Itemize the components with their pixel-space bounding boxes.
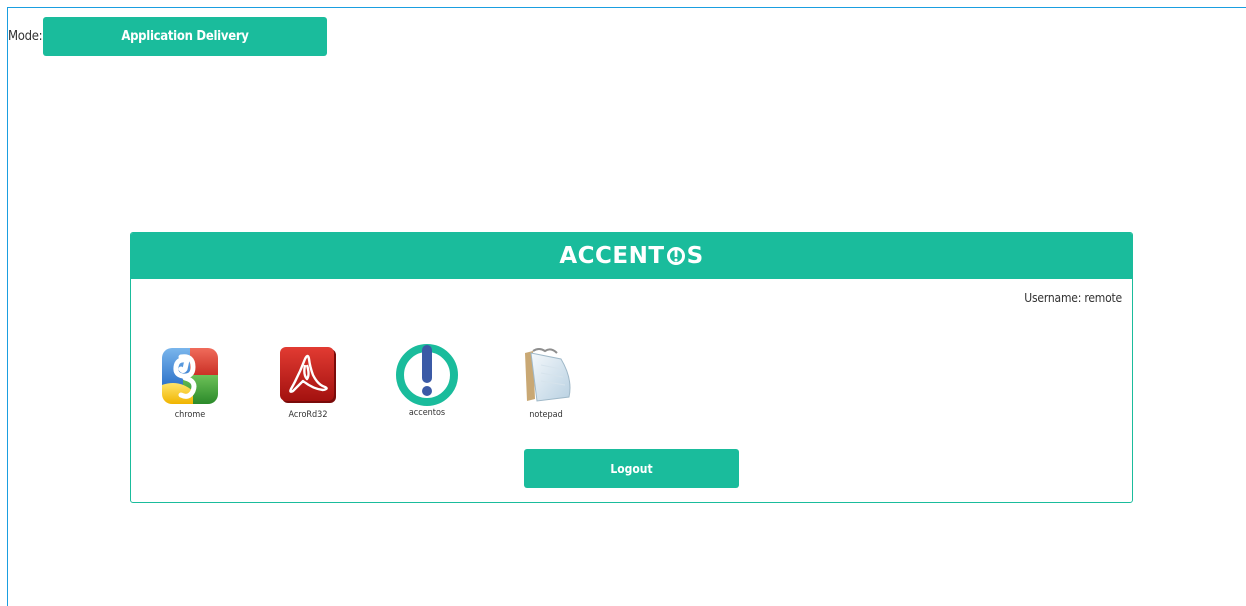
- app-label-acrord32: AcroRd32: [288, 410, 328, 420]
- accentos-logo: ACCENT S: [559, 243, 703, 269]
- app-label-accentos: accentos: [408, 408, 446, 418]
- app-launcher-panel: ACCENT S Username: remote chrome AcroRd3…: [130, 232, 1133, 503]
- app-label-chrome: chrome: [174, 410, 206, 420]
- acrobat-reader-icon: [280, 347, 336, 403]
- accentos-icon: [396, 344, 458, 406]
- app-tile-chrome[interactable]: chrome: [150, 345, 230, 420]
- logo-text-left: ACCENT: [559, 243, 665, 269]
- panel-header: ACCENT S: [131, 233, 1132, 279]
- username-label: Username: remote: [1024, 291, 1122, 305]
- app-tile-acrord32[interactable]: AcroRd32: [268, 345, 348, 420]
- app-label-notepad: notepad: [529, 410, 563, 420]
- logo-o-icon: [666, 247, 685, 265]
- logo-text-right: S: [686, 243, 704, 269]
- app-tile-notepad[interactable]: notepad: [506, 345, 586, 420]
- logout-button[interactable]: Logout: [524, 449, 739, 488]
- mode-label: Mode:: [8, 29, 43, 44]
- chrome-icon: [162, 348, 218, 404]
- notepad-icon: [525, 348, 571, 402]
- mode-application-delivery-button[interactable]: Application Delivery: [43, 17, 327, 56]
- app-tile-accentos[interactable]: accentos: [387, 344, 467, 418]
